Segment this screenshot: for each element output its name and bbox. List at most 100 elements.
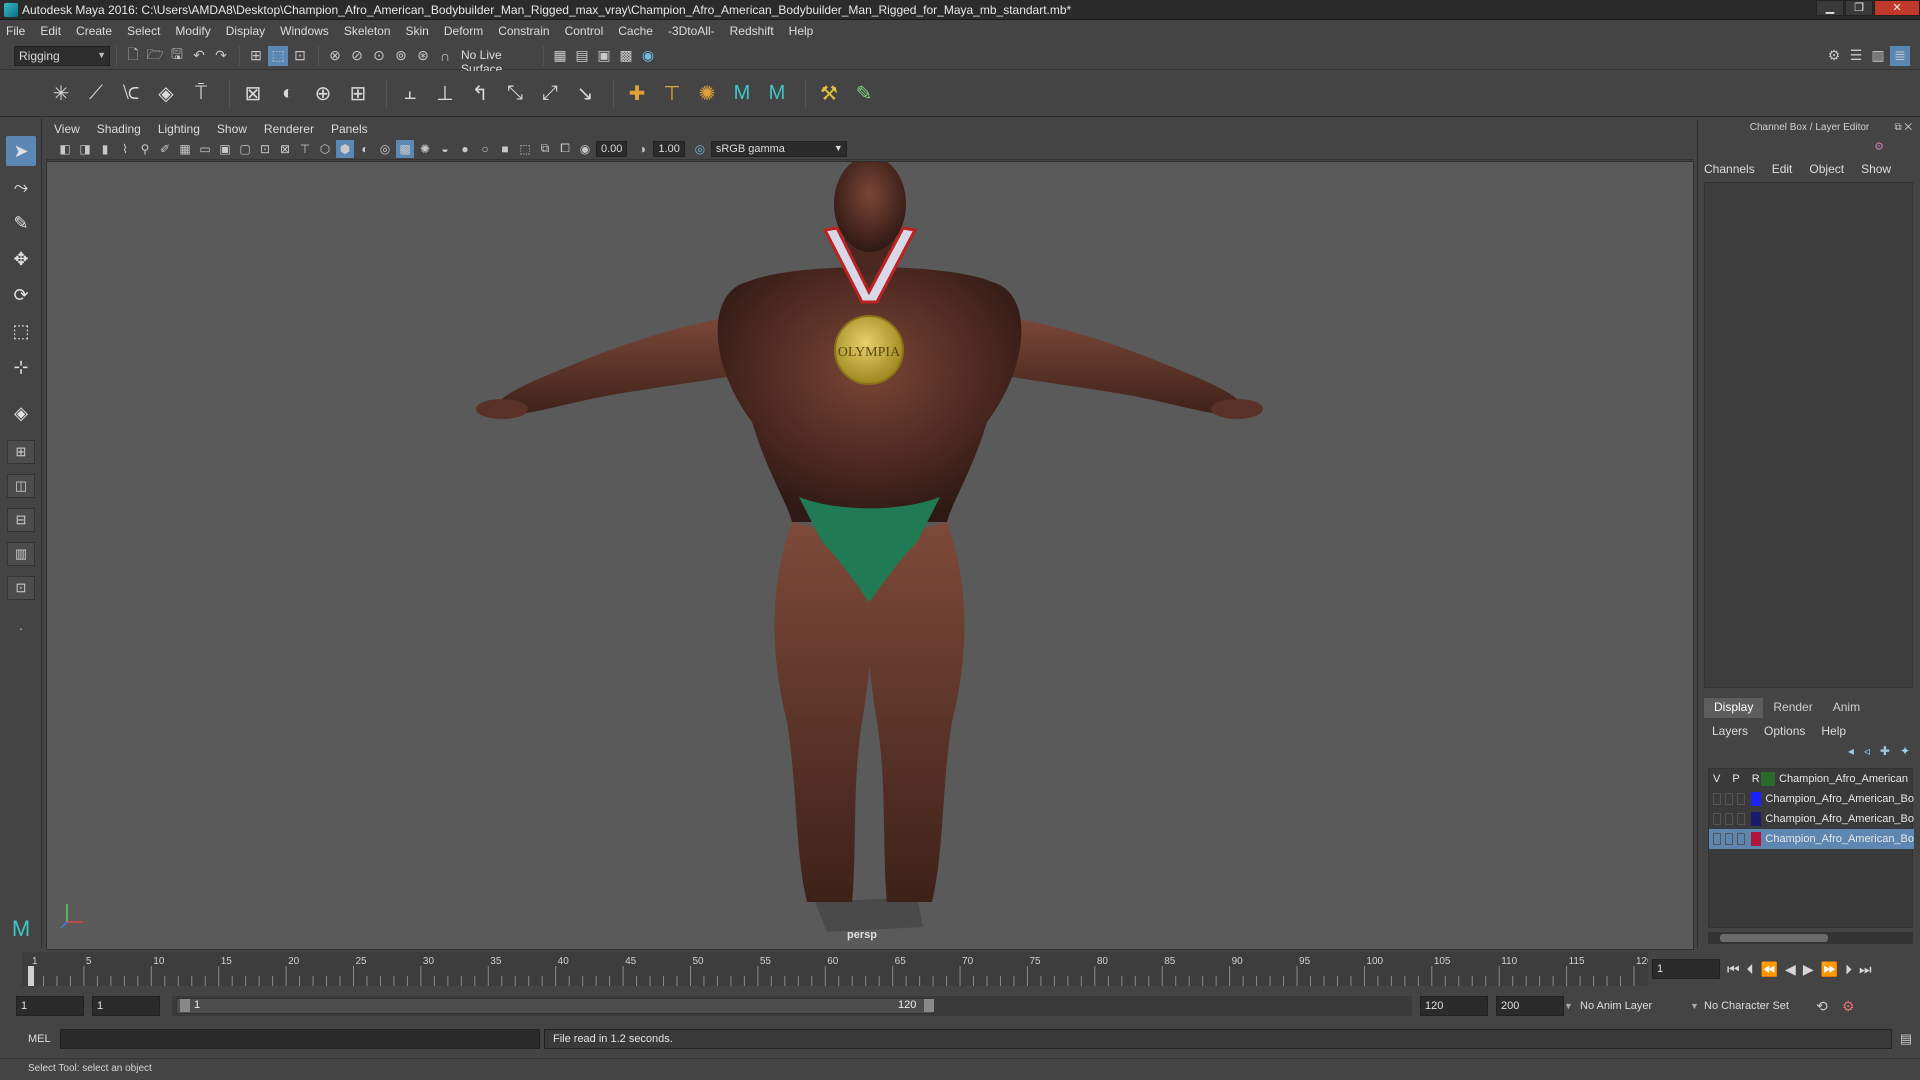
persp-graph-layout-icon[interactable]: ⊡	[7, 576, 35, 600]
perspective-viewport[interactable]: OLYMPIA persp	[46, 161, 1694, 950]
menu-control[interactable]: Control	[565, 24, 604, 38]
snap-surface-icon[interactable]: ⊛	[413, 46, 433, 66]
chevron-down-icon[interactable]: ▼	[1564, 1001, 1580, 1011]
script-language-toggle[interactable]: MEL	[0, 1033, 60, 1045]
more-layouts-icon[interactable]: ·	[7, 616, 35, 640]
move-layer-down-icon[interactable]: ◃	[1864, 744, 1870, 758]
layer-row[interactable]: Champion_Afro_American_Bo	[1709, 809, 1914, 829]
vp-menu-shading[interactable]: Shading	[97, 122, 141, 136]
textured-icon[interactable]: ▩	[396, 139, 414, 158]
last-tool-icon[interactable]: ◈	[6, 398, 36, 428]
select-tool-icon[interactable]: ➤	[6, 136, 36, 166]
maximize-button[interactable]: ❐	[1845, 0, 1873, 16]
go-to-end-icon[interactable]: ⏭	[1859, 961, 1872, 978]
hypershade-icon[interactable]: ◉	[638, 46, 658, 66]
select-hierarchy-icon[interactable]: ⊞	[246, 46, 266, 66]
isolate-select-icon[interactable]: ⬚	[516, 140, 534, 158]
snap-point-icon[interactable]: ⊙	[369, 46, 389, 66]
wireframe-icon[interactable]: ⬡	[316, 140, 334, 158]
redo-icon[interactable]: ↷	[211, 46, 231, 66]
magnet-icon[interactable]: ∩	[435, 46, 455, 66]
paint-select-tool-icon[interactable]: ✎	[6, 208, 36, 238]
camera-attributes-icon[interactable]: ◨	[76, 140, 94, 158]
select-object-icon[interactable]: ⬚	[268, 45, 288, 66]
bind-skin-icon[interactable]: ⊠	[238, 79, 268, 109]
layer-menu-options[interactable]: Options	[1764, 724, 1805, 738]
maya-hik-char-icon[interactable]: M	[727, 79, 757, 109]
play-backwards-icon[interactable]: ◀	[1785, 961, 1796, 978]
maya-hik-ctrl-icon[interactable]: M	[762, 79, 792, 109]
playback-start-field[interactable]: 1	[92, 996, 160, 1016]
move-layer-up-icon[interactable]: ◂	[1848, 744, 1854, 758]
cb-menu-channels[interactable]: Channels	[1704, 162, 1755, 176]
safe-title-icon[interactable]: ⊤	[296, 140, 314, 158]
smooth-shade-icon[interactable]: ⬢	[336, 139, 354, 158]
range-bar[interactable]: 1 120	[172, 996, 942, 1016]
color-management-icon[interactable]: ◎	[691, 140, 709, 158]
vp-menu-lighting[interactable]: Lighting	[158, 122, 200, 136]
xray-components-icon[interactable]: ⧠	[556, 140, 574, 158]
preferences-icon[interactable]: ⚙	[1842, 998, 1862, 1015]
tool-settings-icon[interactable]: ▥	[1868, 46, 1888, 66]
two-pane-layout-icon[interactable]: ◫	[7, 474, 35, 498]
playback-end-field[interactable]: 120	[1420, 996, 1488, 1016]
joint-orient-icon[interactable]: ⊤	[657, 79, 687, 109]
menu-display[interactable]: Display	[226, 24, 265, 38]
live-surface-field[interactable]: No Live Surface	[457, 45, 537, 76]
scale-constraint-icon[interactable]: ⤢	[535, 79, 565, 109]
brush-icon[interactable]: ✎	[849, 79, 879, 109]
bookmark-icon[interactable]: ▮	[96, 140, 114, 158]
tab-anim[interactable]: Anim	[1823, 698, 1870, 718]
paint-weights-icon[interactable]: ⊕	[308, 79, 338, 109]
close-button[interactable]: ✕	[1874, 0, 1920, 16]
exposure-field[interactable]: 0.00	[596, 140, 628, 157]
menu-redshift[interactable]: Redshift	[730, 24, 774, 38]
aim-constraint-icon[interactable]: ↰	[465, 79, 495, 109]
current-frame-marker[interactable]	[28, 966, 34, 986]
float-icon[interactable]: ⧉	[1894, 122, 1901, 133]
layer-menu-layers[interactable]: Layers	[1712, 724, 1748, 738]
modeling-toolkit-icon[interactable]: ⚙	[1824, 46, 1844, 66]
menu-edit[interactable]: Edit	[40, 24, 61, 38]
render-frame-icon[interactable]: ▤	[572, 46, 592, 66]
twod-pan-icon[interactable]: ⚲	[136, 140, 154, 158]
ik-spline-icon[interactable]: ⟈	[116, 79, 146, 109]
menu-modify[interactable]: Modify	[175, 24, 210, 38]
time-slider[interactable]: 1 5 10 15 20 25 30 35 40 45 50 55 60 65 70 75 80 85 90 95 10…	[22, 952, 1653, 986]
script-editor-icon[interactable]: ▤	[1892, 1031, 1920, 1047]
menu-select[interactable]: Select	[127, 24, 160, 38]
xray-joints-icon[interactable]: ⧉	[536, 140, 554, 158]
layer-playback-toggle[interactable]	[1724, 833, 1733, 845]
cluster-icon[interactable]: ◈	[151, 79, 181, 109]
render-view-icon[interactable]: ▦	[550, 46, 570, 66]
film-gate-icon[interactable]: ▭	[196, 140, 214, 158]
gamma-field[interactable]: 1.00	[653, 140, 685, 157]
exposure-icon[interactable]: ◉	[576, 140, 594, 158]
step-forward-key-icon[interactable]: ⏩	[1821, 961, 1838, 978]
field-chart-icon[interactable]: ⊡	[256, 140, 274, 158]
smooth-bind-icon[interactable]: ◐	[273, 79, 303, 109]
joint-tool-icon[interactable]: ✳	[46, 79, 76, 109]
close-icon[interactable]: ✕	[1904, 122, 1912, 133]
range-start-grip[interactable]	[180, 999, 190, 1012]
scrollbar-thumb[interactable]	[1720, 934, 1828, 942]
save-scene-icon[interactable]: 🖫	[167, 46, 187, 66]
layer-color-swatch[interactable]	[1750, 832, 1762, 846]
four-pane-layout-icon[interactable]: ▥	[7, 542, 35, 566]
vp-menu-panels[interactable]: Panels	[331, 122, 368, 136]
layer-color-swatch[interactable]	[1761, 772, 1775, 786]
grid-icon[interactable]: ▦	[176, 140, 194, 158]
anim-layer-dropdown[interactable]: No Anim Layer	[1580, 1000, 1690, 1012]
vp-menu-view[interactable]: View	[54, 122, 80, 136]
camera-icon[interactable]: ◧	[56, 140, 74, 158]
layer-visible-toggle[interactable]	[1713, 813, 1721, 825]
snap-view-icon[interactable]: ⊚	[391, 46, 411, 66]
menu-deform[interactable]: Deform	[444, 24, 483, 38]
layer-render-toggle[interactable]	[1736, 793, 1745, 805]
layer-row[interactable]: Champion_Afro_American	[1761, 769, 1914, 789]
scale-tool-icon[interactable]: ⬚	[6, 316, 36, 346]
vp-menu-show[interactable]: Show	[217, 122, 247, 136]
channel-box-icon[interactable]: ≣	[1890, 45, 1910, 66]
layer-row[interactable]: Champion_Afro_American_Bo	[1709, 789, 1914, 809]
layer-playback-toggle[interactable]	[1724, 813, 1733, 825]
